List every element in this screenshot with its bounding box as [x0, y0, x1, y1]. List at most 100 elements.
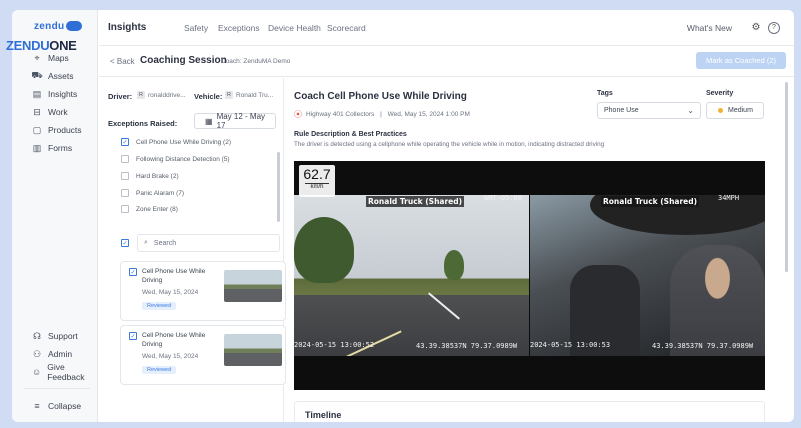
exception-option[interactable]: Zone Enter (8)	[121, 205, 178, 213]
sidebar-divider	[24, 388, 90, 389]
road-line	[428, 292, 460, 320]
tags-value: Phone Use	[604, 107, 639, 114]
sidebar-item-label: Maps	[48, 53, 69, 63]
form-icon: ▥	[32, 142, 42, 153]
select-all-checkbox[interactable]: ✓	[121, 239, 129, 247]
cabin-camera-view	[530, 195, 765, 356]
box-icon: ▢	[32, 124, 42, 135]
left-coordinates: 43.39.38537N 79.37.0989W	[416, 342, 518, 350]
briefcase-icon: ⊟	[33, 106, 41, 117]
event-date: Wed, May 15, 2024	[142, 289, 199, 296]
event-card[interactable]: ✓ Cell Phone Use While Driving Wed, May …	[120, 325, 286, 385]
exceptions-scrollbar[interactable]	[277, 152, 280, 222]
event-title: Cell Phone Use While Driving	[142, 332, 206, 348]
event-thumbnail[interactable]	[224, 334, 282, 366]
filter-panel: Driver: Rronalddrive... Vehicle: R Ronald…	[99, 78, 286, 422]
map-pin-icon: ⌖	[34, 52, 40, 63]
checkbox-checked-icon[interactable]: ✓	[129, 332, 137, 340]
sidebar-item-products[interactable]: ▢ Products	[32, 123, 82, 137]
exception-option[interactable]: Following Distance Detection (5)	[121, 155, 230, 163]
tags-label: Tags	[597, 90, 613, 97]
calendar-icon: ▦	[205, 116, 213, 126]
back-button[interactable]: < Back	[110, 57, 135, 66]
event-thumbnail[interactable]	[224, 270, 282, 302]
sidebar-item-assets[interactable]: ⛟ Assets	[31, 69, 74, 83]
headset-icon: ☊	[33, 330, 41, 341]
sidebar-item-label: Work	[48, 107, 68, 117]
exception-option[interactable]: ✓ Cell Phone Use While Driving (2)	[121, 138, 231, 146]
severity-dot-icon	[718, 108, 723, 113]
sidebar-item-label: Insights	[48, 89, 78, 99]
vehicle-select[interactable]: R Ronald Tru...	[225, 91, 273, 99]
collapse-label: Collapse	[48, 401, 82, 411]
event-location-row: ⦿ Highway 401 Collectors | Wed, May 15, …	[294, 109, 470, 120]
speed-value: 62.7	[303, 166, 331, 182]
collapse-button[interactable]: ≡ Collapse	[32, 399, 81, 413]
zenduone-logo: ZENDUONE	[6, 38, 77, 53]
tab-device-health[interactable]: Device Health	[268, 23, 321, 33]
sidebar-item-label: Admin	[48, 349, 73, 359]
event-search-row: ✓ ⌕ Search	[119, 234, 284, 252]
sidebar-logo[interactable]: zendu	[34, 21, 83, 32]
event-detail: Coach Cell Phone Use While Driving ⦿ Hig…	[285, 78, 794, 422]
settings-icon[interactable]: ⚙	[750, 22, 762, 34]
status-badge: Reviewed	[142, 302, 177, 310]
driver-label: Driver:	[108, 92, 133, 101]
sidebar: zendu ⌖ Maps ⛟ Assets ▤ Insights ⊟ Work …	[12, 10, 98, 422]
separator: |	[378, 111, 384, 118]
sidebar-item-label: Assets	[48, 71, 74, 81]
checkbox-icon[interactable]	[121, 172, 129, 180]
tab-exceptions[interactable]: Exceptions	[218, 23, 260, 33]
whats-new-link[interactable]: What's New	[687, 23, 732, 33]
exception-option[interactable]: Panic Alaram (7)	[121, 189, 184, 197]
severity-value: Medium	[728, 107, 753, 114]
mark-as-coached-button[interactable]: Mark as Coached (2)	[696, 52, 786, 69]
severity-select[interactable]: Medium	[706, 102, 764, 119]
exception-label: Following Distance Detection (5)	[136, 155, 230, 163]
driver-badge-icon: R	[137, 91, 145, 99]
exception-label: Zone Enter (8)	[136, 205, 178, 213]
checkbox-icon[interactable]	[121, 155, 129, 163]
speed-readout: 62.7 km/h	[299, 165, 335, 197]
search-input[interactable]: ⌕ Search	[137, 234, 280, 252]
driver-figure	[670, 245, 765, 356]
chart-icon: ▤	[32, 88, 42, 99]
severity-label: Severity	[706, 90, 734, 97]
event-detail-title: Coach Cell Phone Use While Driving	[294, 91, 467, 102]
tab-scorecard[interactable]: Scorecard	[327, 23, 366, 33]
checkbox-checked-icon[interactable]: ✓	[121, 138, 129, 146]
checkbox-icon[interactable]	[121, 205, 129, 213]
event-date: Wed, May 15, 2024	[142, 353, 199, 360]
detail-scrollbar[interactable]	[785, 82, 788, 272]
sidebar-item-label: Products	[48, 125, 82, 135]
sidebar-item-admin[interactable]: ⚇ Admin	[32, 347, 72, 361]
tags-select[interactable]: Phone Use ⌄	[597, 102, 701, 119]
sidebar-item-work[interactable]: ⊟ Work	[32, 105, 68, 119]
logo-mark-icon	[66, 21, 83, 32]
video-player[interactable]: 62.7 km/h Ronald Truck (Shared) GMT-05:0…	[294, 161, 765, 390]
checkbox-icon[interactable]	[121, 189, 129, 197]
tab-safety[interactable]: Safety	[184, 23, 208, 33]
rule-heading: Rule Description & Best Practices	[294, 131, 407, 138]
date-range-value: May 12 - May 17	[216, 112, 266, 130]
sidebar-item-support[interactable]: ☊ Support	[32, 329, 78, 343]
search-placeholder: Search	[153, 239, 177, 247]
sidebar-logo-text: zendu	[34, 21, 65, 32]
help-icon[interactable]: ?	[768, 21, 780, 34]
tree-shape	[444, 250, 464, 280]
exception-option[interactable]: Hard Brake (2)	[121, 172, 179, 180]
session-header: < Back Coaching Session Coach: ZenduMA D…	[99, 47, 794, 77]
exception-label: Panic Alaram (7)	[136, 189, 185, 197]
collapse-icon: ≡	[34, 401, 40, 411]
sidebar-item-feedback[interactable]: ☺ Give Feedback	[32, 362, 97, 382]
app-window: zendu ⌖ Maps ⛟ Assets ▤ Insights ⊟ Work …	[12, 10, 794, 422]
event-card[interactable]: ✓ Cell Phone Use While Driving Wed, May …	[120, 261, 286, 321]
sidebar-item-insights[interactable]: ▤ Insights	[32, 87, 78, 101]
driver-select[interactable]: Rronalddrive...	[137, 91, 186, 99]
sidebar-item-label: Give Feedback	[47, 362, 85, 382]
date-range-picker[interactable]: ▦ May 12 - May 17	[194, 112, 276, 130]
tree-shape	[294, 217, 354, 283]
checkbox-checked-icon[interactable]: ✓	[129, 268, 137, 276]
sidebar-item-forms[interactable]: ▥ Forms	[32, 141, 72, 155]
sidebar-item-maps[interactable]: ⌖ Maps	[32, 51, 69, 65]
